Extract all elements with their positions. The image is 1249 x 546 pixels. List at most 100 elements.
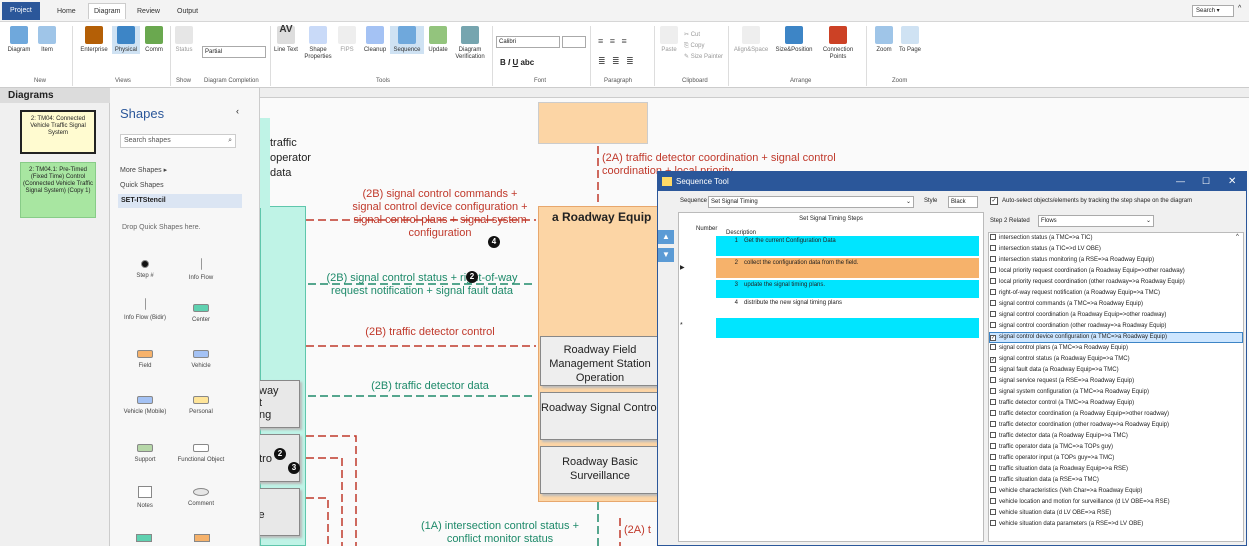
sequence-select[interactable]: Set Signal Timing ⌄ bbox=[708, 196, 914, 208]
search-shapes-input[interactable]: Search shapes ⌕ bbox=[120, 134, 236, 148]
shape-vehicle-mobile[interactable]: Vehicle (Mobile) bbox=[120, 396, 170, 416]
more-shape-icon[interactable] bbox=[136, 534, 152, 542]
checkbox[interactable]: ✓ bbox=[990, 335, 996, 341]
more-shapes-menu[interactable]: More Shapes ▸ bbox=[120, 166, 167, 174]
sequence-tool-titlebar[interactable]: Sequence Tool — ☐ ✕ bbox=[658, 172, 1246, 191]
shape-personal[interactable]: Personal bbox=[176, 396, 226, 416]
step-row-3[interactable]: 3 update the signal timing plans. bbox=[716, 280, 979, 300]
flow-checkbox-item[interactable]: local priority request coordination (oth… bbox=[990, 278, 1242, 287]
shape-support[interactable]: Support bbox=[120, 444, 170, 464]
tab-diagram[interactable]: Diagram bbox=[88, 3, 127, 19]
step-marker-3[interactable]: 3 bbox=[288, 462, 300, 474]
flow-label-2b-commands[interactable]: (2B) signal control commands + signal co… bbox=[350, 188, 530, 240]
checkbox[interactable] bbox=[990, 311, 996, 317]
clipboard-actions[interactable]: ✂ Cut ⎘ Copy ✎ Size Painter bbox=[684, 30, 723, 63]
step-row-1[interactable]: 1 Get the current Configuration Data bbox=[716, 236, 979, 256]
checkbox[interactable] bbox=[990, 399, 996, 405]
size-position-button[interactable]: Size&Position bbox=[772, 26, 816, 54]
line-text-button[interactable]: AV Line Text bbox=[274, 25, 298, 54]
move-down-button[interactable]: ▼ bbox=[658, 248, 674, 262]
collapse-ribbon-icon[interactable]: ^ bbox=[1238, 5, 1241, 12]
flow-checkbox-item[interactable]: signal control plans (a TMC=>a Roadway E… bbox=[990, 344, 1242, 353]
tab-output[interactable]: Output bbox=[172, 4, 203, 20]
item-new-button[interactable]: Item bbox=[34, 26, 60, 54]
shape-properties-button[interactable]: Shape Properties bbox=[300, 26, 336, 61]
copy-button[interactable]: ⎘ Copy bbox=[684, 41, 723, 52]
tab-project[interactable]: Project bbox=[2, 2, 40, 20]
shape-notes[interactable]: Notes bbox=[120, 486, 170, 510]
checkbox[interactable] bbox=[990, 487, 996, 493]
align-icons[interactable]: ≡ ≡ ≡ bbox=[598, 36, 629, 46]
flow-checkbox-item[interactable]: signal control coordination (other roadw… bbox=[990, 322, 1242, 331]
diagram-completion-select[interactable]: Partial bbox=[202, 46, 266, 58]
flow-checkbox-item[interactable]: traffic operator input (a TOPs guy=>a TM… bbox=[990, 454, 1242, 463]
font-size-select[interactable] bbox=[562, 36, 586, 48]
flow-checkbox-item[interactable]: signal service request (a RSE=>a Roadway… bbox=[990, 377, 1242, 386]
checkbox[interactable] bbox=[990, 388, 996, 394]
flow-checkbox-item[interactable]: traffic situation data (a RSE=>a TMC) bbox=[990, 476, 1242, 485]
auto-select-checkbox[interactable]: ✓ bbox=[990, 197, 998, 205]
step-marker-4[interactable]: 4 bbox=[488, 236, 500, 248]
fips-button[interactable]: FIPS bbox=[336, 26, 358, 54]
checkbox[interactable] bbox=[990, 454, 996, 460]
checkbox[interactable] bbox=[990, 300, 996, 306]
checkbox[interactable] bbox=[990, 278, 996, 284]
step-marker-2[interactable]: 2 bbox=[466, 271, 478, 283]
flow-label-2b-detector-control[interactable]: (2B) traffic detector control bbox=[340, 326, 520, 339]
checkbox[interactable] bbox=[990, 443, 996, 449]
shape-step[interactable]: Step # bbox=[120, 260, 170, 280]
paste-button[interactable]: Paste bbox=[658, 26, 680, 54]
checkbox[interactable] bbox=[990, 476, 996, 482]
checkbox[interactable] bbox=[990, 344, 996, 350]
flow-checkbox-item[interactable]: ✓ signal control status (a Roadway Equip=… bbox=[990, 355, 1242, 364]
move-up-button[interactable]: ▲ bbox=[658, 230, 674, 244]
checkbox[interactable] bbox=[990, 289, 996, 295]
font-name-select[interactable]: Calibri bbox=[496, 36, 560, 48]
flow-checkbox-item[interactable]: signal control commands (a TMC=>a Roadwa… bbox=[990, 300, 1242, 309]
flow-checkbox-item[interactable]: ✓ signal control device configuration (a … bbox=[989, 332, 1243, 343]
search-icon[interactable]: ⌕ bbox=[228, 135, 232, 147]
flow-checkbox-item[interactable]: traffic detector coordination (a Roadway… bbox=[990, 410, 1242, 419]
more-shape-icon[interactable] bbox=[194, 534, 210, 542]
shape-comment[interactable]: Comment bbox=[176, 488, 226, 508]
zoom-button[interactable]: Zoom bbox=[872, 26, 896, 54]
status-button[interactable]: Status bbox=[172, 26, 196, 54]
flow-checkbox-item[interactable]: traffic detector coordination (other roa… bbox=[990, 421, 1242, 430]
related-select[interactable]: Flows ⌄ bbox=[1038, 215, 1154, 227]
diagram-new-button[interactable]: Diagram bbox=[6, 26, 32, 54]
checkbox[interactable] bbox=[990, 234, 996, 240]
sequence-button[interactable]: Sequence bbox=[390, 26, 424, 54]
flow-checkbox-item[interactable]: signal system configuration (a TMC=>a Ro… bbox=[990, 388, 1242, 397]
size-painter-button[interactable]: ✎ Size Painter bbox=[684, 52, 723, 63]
flow-checkbox-item[interactable]: local priority request coordination (a R… bbox=[990, 267, 1242, 276]
diagram-thumbnail-tm04-1[interactable]: 2: TM04.1: Pre-Timed (Fixed Time) Contro… bbox=[20, 162, 96, 218]
tab-review[interactable]: Review bbox=[132, 4, 165, 20]
flow-checkbox-item[interactable]: signal control coordination (a Roadway E… bbox=[990, 311, 1242, 320]
checkbox[interactable] bbox=[990, 322, 996, 328]
shape-center[interactable]: Center bbox=[176, 304, 226, 324]
quick-shapes-label[interactable]: Quick Shapes bbox=[120, 182, 164, 189]
flow-checkbox-item[interactable]: signal fault data (a Roadway Equip=>a TM… bbox=[990, 366, 1242, 375]
flow-checkbox-item[interactable]: vehicle characteristics (Veh Char=>a Roa… bbox=[990, 487, 1242, 496]
checkbox[interactable] bbox=[990, 267, 996, 273]
flow-checkbox-item[interactable]: intersection status (a TIC=>d LV OBE) bbox=[990, 245, 1242, 254]
checkbox[interactable] bbox=[990, 410, 996, 416]
step-row-new[interactable] bbox=[716, 318, 979, 338]
collapse-panel-icon[interactable]: ‹ bbox=[236, 106, 239, 116]
checkbox[interactable] bbox=[990, 421, 996, 427]
flow-checkbox-item[interactable]: right-of-way request notification (a Roa… bbox=[990, 289, 1242, 298]
diagram-verification-button[interactable]: Diagram Verification bbox=[452, 26, 488, 61]
to-page-button[interactable]: To Page bbox=[898, 26, 922, 54]
flow-checkbox-item[interactable]: vehicle location and motion for surveill… bbox=[990, 498, 1242, 507]
checkbox[interactable]: ✓ bbox=[990, 357, 996, 363]
cleanup-button[interactable]: Cleanup bbox=[360, 26, 390, 54]
stencil-item[interactable]: SET-ITStencil bbox=[118, 194, 242, 208]
flow-label-2b-status[interactable]: (2B) signal control status + right-of-wa… bbox=[322, 272, 522, 298]
step-row-2[interactable]: 2 collect the configuration data from the… bbox=[716, 258, 979, 278]
flow-checkbox-item[interactable]: traffic situation data (a Roadway Equip=… bbox=[990, 465, 1242, 474]
align-space-button[interactable]: Align&Space bbox=[730, 26, 772, 54]
shape-info-flow-bidir[interactable]: Info Flow (Bidir) bbox=[120, 298, 170, 322]
close-icon[interactable]: ✕ bbox=[1228, 172, 1236, 191]
checkbox[interactable] bbox=[990, 377, 996, 383]
cut-button[interactable]: ✂ Cut bbox=[684, 30, 723, 41]
